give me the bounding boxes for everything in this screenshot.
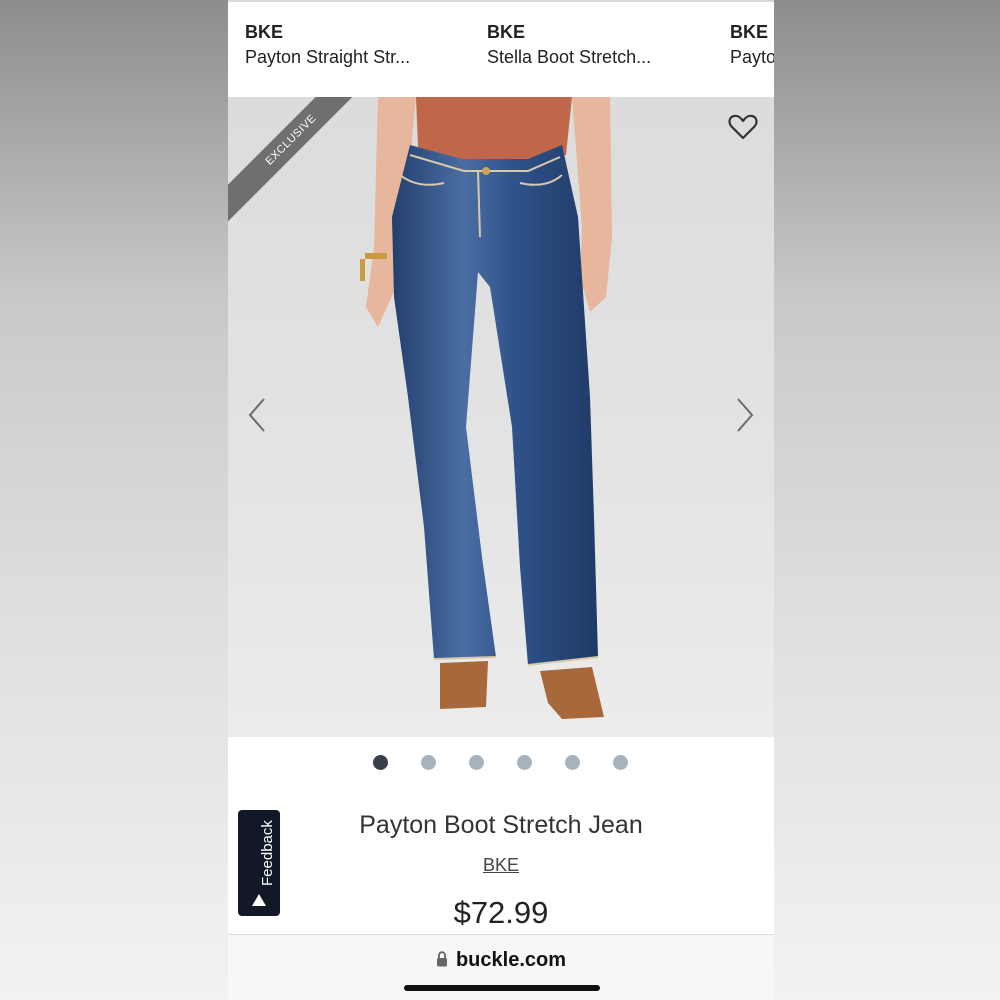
pagination-dot[interactable] (517, 755, 532, 770)
recommendation-brand: BKE (245, 22, 284, 42)
recommendations-carousel[interactable]: BKE Payton Straight Str... BKE Stella Bo… (228, 0, 774, 97)
pagination-dot[interactable] (613, 755, 628, 770)
product-brand-text[interactable]: BKE (483, 855, 519, 875)
product-image[interactable]: EXCLUSIVE (228, 97, 774, 737)
pagination-dot-active[interactable] (373, 755, 388, 770)
url-display[interactable]: buckle.com (228, 947, 774, 973)
feedback-button[interactable]: Feedback (238, 810, 280, 916)
chevron-left-icon[interactable] (246, 397, 268, 433)
recommendation-name: Payton Straight Str... (245, 47, 411, 67)
browser-address-bar[interactable]: buckle.com (228, 934, 774, 1000)
recommendation-item[interactable]: BKE Stella Boot Stretch... (487, 20, 687, 70)
heart-outline-icon[interactable] (728, 113, 758, 141)
lock-icon (436, 951, 447, 967)
product-price: $72.99 (453, 895, 549, 930)
product-title: Payton Boot Stretch Jean (359, 811, 643, 839)
recommendation-name: Stella Boot Stretch... (487, 47, 652, 67)
feedback-label: Feedback (259, 820, 276, 886)
recommendation-brand: BKE (730, 22, 769, 42)
recommendation-brand: BKE (487, 22, 526, 42)
pagination-dot[interactable] (421, 755, 436, 770)
chevron-right-icon[interactable] (734, 397, 756, 433)
pagination-dot[interactable] (565, 755, 580, 770)
product-page: BKE Payton Straight Str... BKE Stella Bo… (228, 0, 774, 1000)
recommendation-name: Payto (730, 47, 774, 67)
pagination-dot[interactable] (469, 755, 484, 770)
image-pagination (228, 755, 774, 771)
recommendation-item[interactable]: BKE Payto (730, 20, 774, 70)
home-indicator[interactable] (404, 985, 600, 991)
url-text: buckle.com (455, 949, 567, 971)
jeans-model-photo (360, 97, 612, 719)
triangle-up-icon (252, 894, 266, 906)
recommendation-item[interactable]: BKE Payton Straight Str... (245, 20, 445, 70)
product-brand-link[interactable]: BKE (228, 853, 774, 877)
